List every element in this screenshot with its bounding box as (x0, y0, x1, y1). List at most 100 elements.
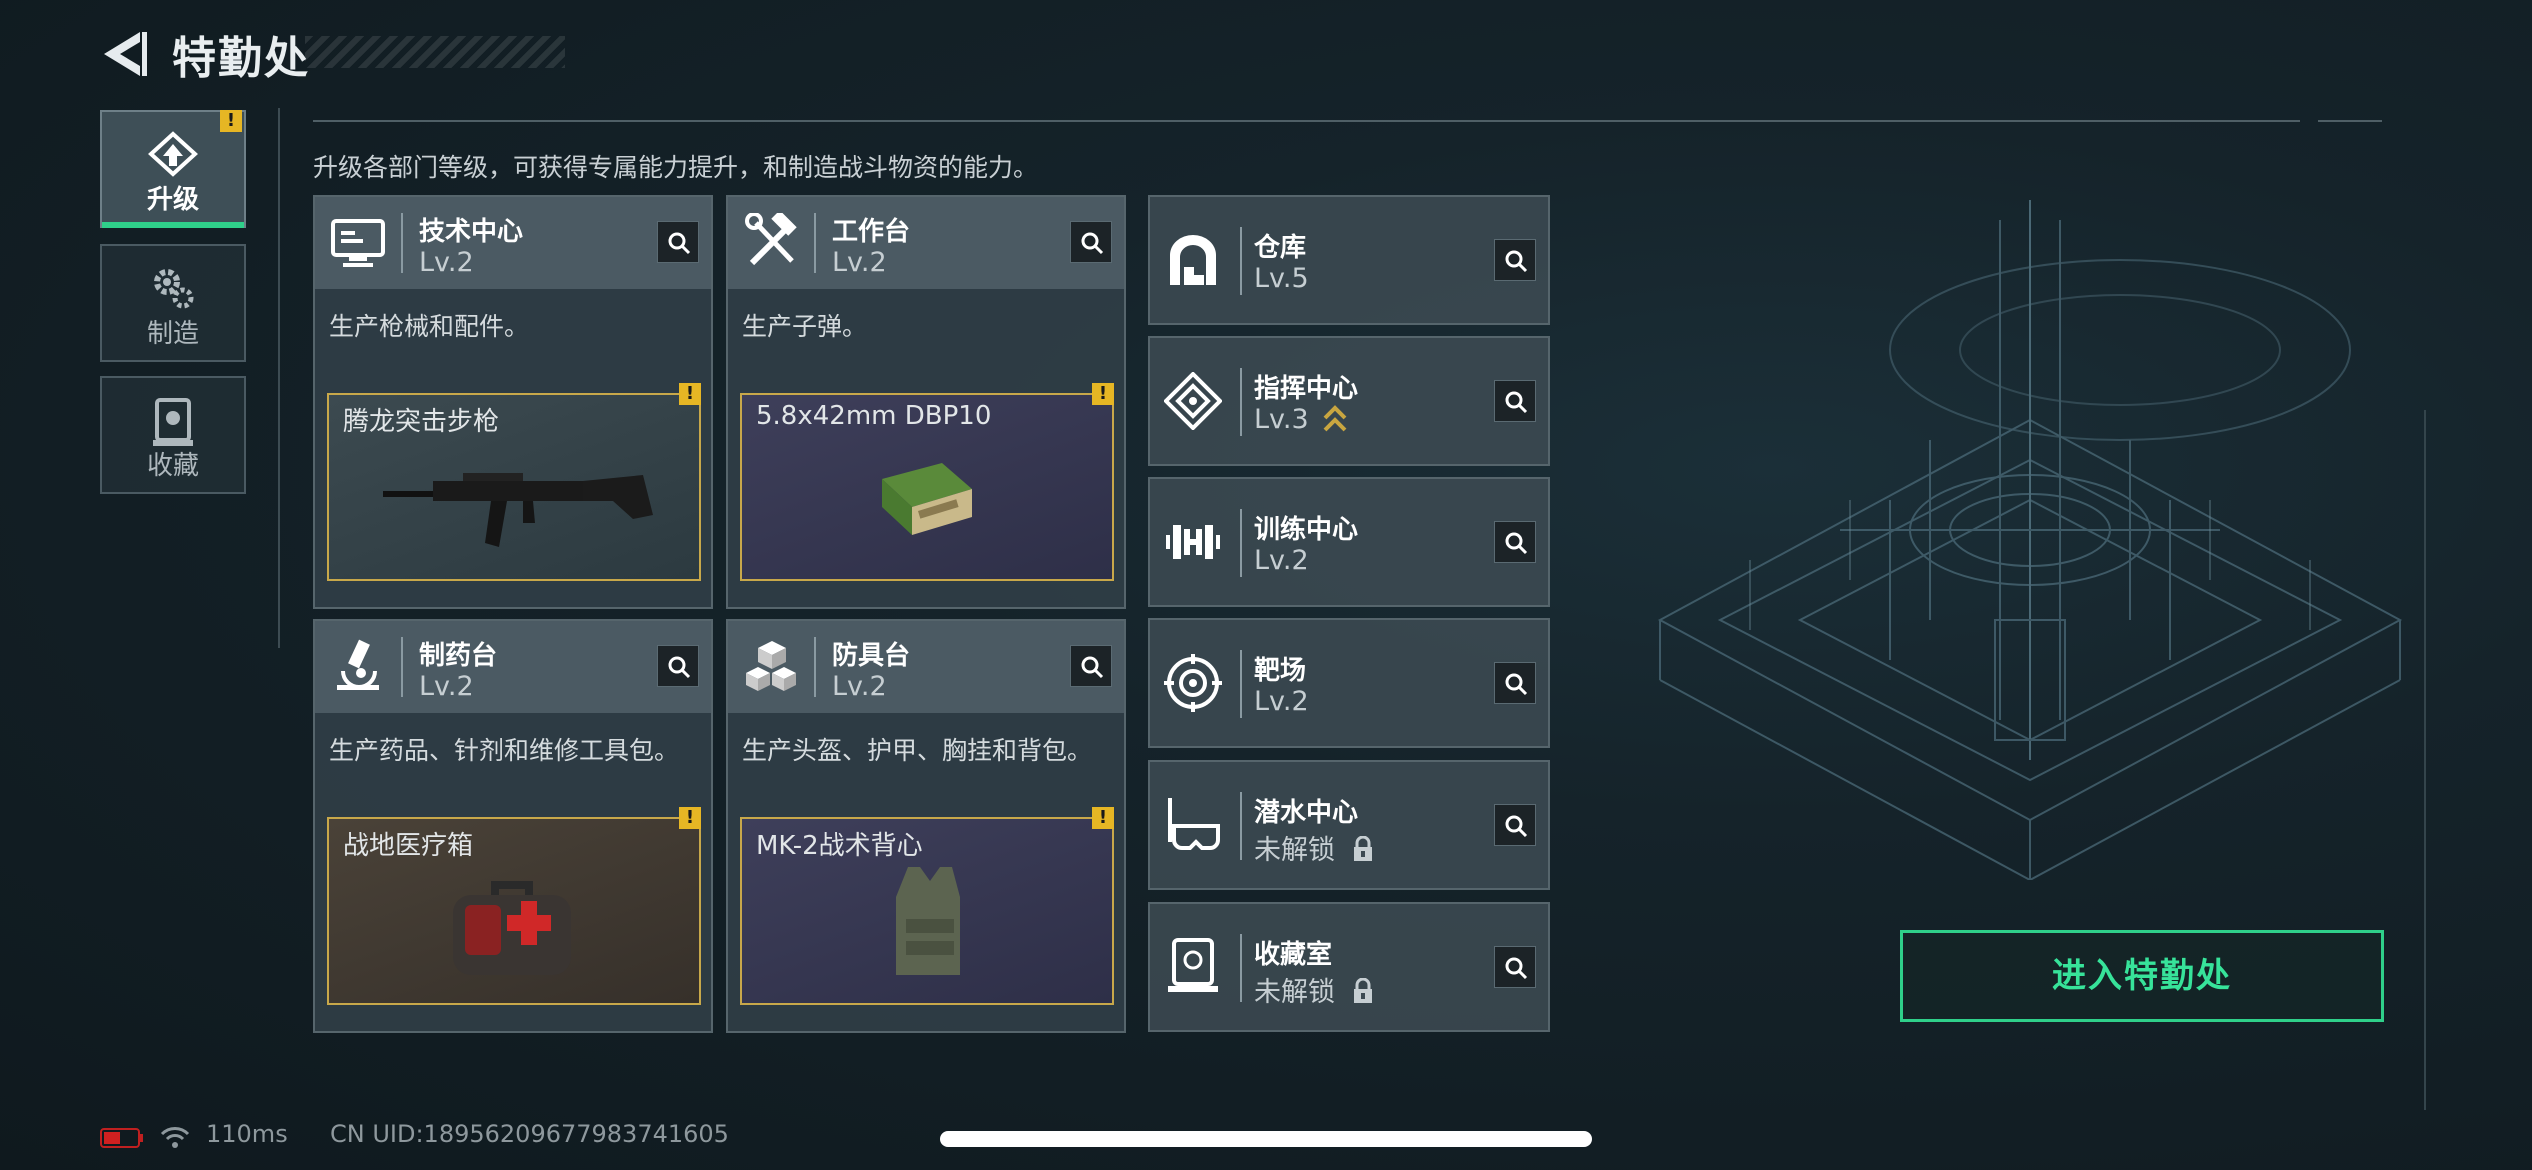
back-arrow-icon (104, 32, 147, 76)
inspect-button[interactable] (1070, 645, 1112, 687)
card-title: 工作台 (832, 217, 911, 247)
search-icon (1505, 815, 1528, 838)
facility-training-center[interactable]: 训练中心 Lv.2 (1148, 477, 1550, 607)
page-subtitle: 升级各部门等级，可获得专属能力提升，和制造战斗物资的能力。 (313, 153, 1039, 182)
page-title: 特勤处 (172, 33, 310, 84)
tab-collection[interactable]: 收藏 (100, 376, 246, 494)
product-slot[interactable]: 腾龙突击步枪 ! (327, 383, 701, 581)
decorative-rail (2424, 410, 2426, 1110)
inspect-button[interactable] (1494, 804, 1536, 846)
department-card-workbench[interactable]: 工作台 Lv.2 生产子弹。 5.8x42mm DBP10 ! (726, 195, 1126, 609)
facility-level: Lv.3 (1254, 404, 1347, 435)
header-divider (401, 637, 403, 697)
hammer-wrench-icon (745, 213, 797, 266)
gears-icon (154, 269, 194, 309)
search-icon (1505, 673, 1528, 696)
card-description: 生产头盔、护甲、胸挂和背包。 (742, 736, 1093, 765)
search-icon (1505, 250, 1528, 273)
card-level: Lv.2 (832, 671, 887, 702)
department-card-armor[interactable]: 防具台 Lv.2 生产头盔、护甲、胸挂和背包。 MK-2战术背心 ! (726, 619, 1126, 1033)
tab-upgrade-label: 升级 (146, 185, 199, 215)
user-uid: CN UID:18956209677983741605 (330, 1120, 729, 1148)
alert-badge: ! (220, 110, 242, 132)
card-level: Lv.2 (419, 671, 474, 702)
enter-special-ops-button[interactable]: 进入特勤处 (1900, 930, 2384, 1022)
product-slot[interactable]: MK-2战术背心 ! (740, 807, 1114, 1005)
monitor-icon (331, 219, 385, 267)
card-header: 工作台 Lv.2 (728, 197, 1124, 289)
product-slot[interactable]: 5.8x42mm DBP10 ! (740, 383, 1114, 581)
row-divider (1240, 934, 1242, 1002)
product-slot[interactable]: 战地医疗箱 ! (327, 807, 701, 1005)
header-divider (814, 213, 816, 273)
facility-collection-room[interactable]: 收藏室 未解锁 (1148, 902, 1550, 1032)
card-header: 技术中心 Lv.2 (315, 197, 711, 289)
top-divider-right (2318, 120, 2382, 122)
search-icon (668, 656, 691, 679)
inspect-button[interactable] (1494, 521, 1536, 563)
card-header: 制药台 Lv.2 (315, 621, 711, 713)
facility-status-text: 未解锁 (1254, 977, 1335, 1008)
alert-badge: ! (679, 807, 701, 829)
card-title: 制药台 (419, 641, 498, 671)
battery-icon (100, 1128, 143, 1148)
facility-diving-center[interactable]: 潜水中心 未解锁 (1148, 760, 1550, 890)
facility-level: Lv.5 (1254, 263, 1309, 294)
facility-command-center[interactable]: 指挥中心 Lv.3 (1148, 336, 1550, 466)
department-card-pharmacy[interactable]: 制药台 Lv.2 生产药品、针剂和维修工具包。 战地医疗箱 ! (313, 619, 713, 1033)
upgrade-icon (148, 131, 198, 177)
active-tab-indicator (102, 222, 244, 228)
inspect-button[interactable] (657, 221, 699, 263)
header-divider (814, 637, 816, 697)
inspect-button[interactable] (1494, 239, 1536, 281)
facility-status: 未解锁 (1254, 828, 1374, 867)
facility-name: 训练中心 (1254, 515, 1359, 545)
home-indicator[interactable] (940, 1131, 1592, 1147)
tab-collection-label: 收藏 (146, 451, 199, 481)
product-name: 腾龙突击步枪 (343, 407, 500, 437)
wifi-icon (160, 1127, 190, 1148)
warehouse-icon (1170, 235, 1216, 285)
alert-badge: ! (1092, 383, 1114, 405)
facility-shooting-range[interactable]: 靶场 Lv.2 (1148, 618, 1550, 748)
back-button[interactable] (100, 26, 148, 82)
tab-craft[interactable]: 制造 (100, 244, 246, 362)
inspect-button[interactable] (1494, 662, 1536, 704)
facility-name: 潜水中心 (1254, 798, 1359, 828)
microscope-icon (337, 639, 379, 690)
row-divider (1240, 650, 1242, 718)
facility-level: Lv.2 (1254, 545, 1309, 576)
inspect-button[interactable] (1494, 380, 1536, 422)
ammo-box-image (882, 463, 972, 535)
title-decoration (305, 36, 565, 68)
inspect-button[interactable] (1070, 221, 1112, 263)
diving-mask-icon (1168, 798, 1220, 850)
card-header: 防具台 Lv.2 (728, 621, 1124, 713)
facility-status: 未解锁 (1254, 970, 1374, 1009)
department-card-tech-center[interactable]: 技术中心 Lv.2 生产枪械和配件。 腾龙突击步枪 ! (313, 195, 713, 609)
row-divider (1240, 792, 1242, 860)
card-description: 生产子弹。 (742, 312, 868, 341)
search-icon (1081, 656, 1104, 679)
cubes-icon (746, 641, 796, 691)
base-wireframe-illustration (1657, 200, 2403, 880)
enter-button-label: 进入特勤处 (2052, 956, 2232, 996)
card-level: Lv.2 (419, 247, 474, 278)
search-icon (1505, 391, 1528, 414)
facility-level-text: Lv.3 (1254, 404, 1309, 435)
alert-badge: ! (679, 383, 701, 405)
ping-indicator: 110ms (206, 1120, 288, 1148)
tab-craft-label: 制造 (146, 319, 199, 349)
inspect-button[interactable] (1494, 946, 1536, 988)
command-icon (1164, 372, 1222, 430)
tab-upgrade[interactable]: 升级 ! (100, 110, 246, 228)
top-divider (313, 120, 2300, 122)
row-divider (1240, 509, 1242, 577)
facility-status-text: 未解锁 (1254, 835, 1335, 866)
search-icon (1505, 957, 1528, 980)
facility-name: 收藏室 (1254, 940, 1333, 970)
product-name: 5.8x42mm DBP10 (756, 401, 992, 431)
facility-warehouse[interactable]: 仓库 Lv.5 (1148, 195, 1550, 325)
inspect-button[interactable] (657, 645, 699, 687)
lock-icon (1353, 977, 1372, 1003)
